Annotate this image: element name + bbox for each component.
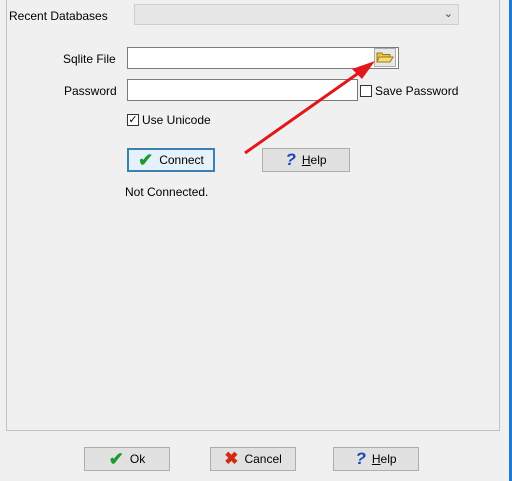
checkmark-icon: ✔ <box>108 449 124 469</box>
x-icon: ✖ <box>224 449 239 468</box>
question-mark-icon: ? <box>355 449 366 468</box>
ok-button[interactable]: ✔ Ok <box>84 447 170 471</box>
cancel-button[interactable]: ✖ Cancel <box>210 447 296 471</box>
annotation-arrow <box>244 61 375 155</box>
arrow-shaft <box>244 70 361 155</box>
footer-help-button[interactable]: ? Help <box>333 447 419 471</box>
